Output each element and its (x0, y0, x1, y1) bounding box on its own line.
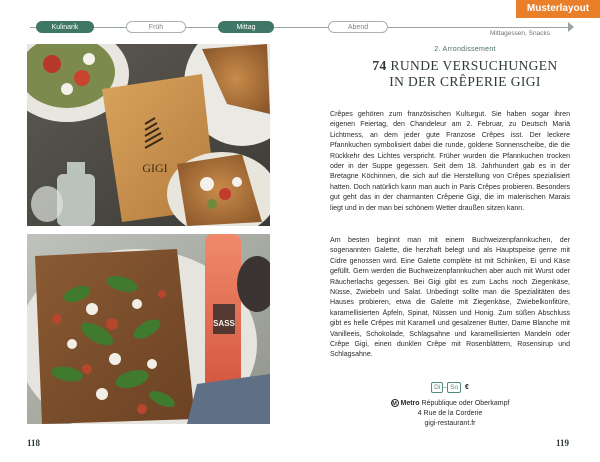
timeline-item-mittag[interactable]: Mittag (218, 21, 274, 33)
title-line-2: IN DER CRÊPERIE GIGI (389, 74, 541, 89)
price-level: € (465, 384, 469, 391)
article-title: 74 RUNDE VERSUCHUNGEN IN DER CRÊPERIE GI… (330, 58, 600, 90)
metro-stations: République oder Oberkampf (421, 400, 510, 407)
book-spread: Kulinarik Früh Mittag Abend Mittagessen,… (0, 0, 600, 462)
timeline-arrow-icon (568, 22, 574, 32)
body-paragraph-2: Am besten beginnt man mit einem Buchweiz… (330, 236, 570, 361)
gigi-logo: GIGI (142, 161, 167, 175)
photo-crepes-table: GIGI (27, 44, 270, 226)
body-paragraph-1: Crêpes gehören zum französischen Kulturg… (330, 110, 570, 214)
opening-days: Di – So € (330, 382, 570, 393)
timeline-item-kulinarik[interactable]: Kulinarik (36, 21, 94, 33)
paragraph-2-text: Am besten beginnt man mit einem Buchweiz… (330, 237, 570, 359)
entry-number: 74 (372, 58, 387, 73)
photo-galette-spinach: SASS (27, 234, 270, 424)
website-link[interactable]: gigi-restaurant.fr (330, 419, 570, 429)
page-number-left: 118 (27, 438, 41, 448)
title-line-1: 74 RUNDE VERSUCHUNGEN (330, 58, 600, 74)
metro-line: M Metro République oder Oberkampf (330, 399, 570, 409)
address: 4 Rue de la Corderie (417, 410, 483, 417)
metro-label: Metro (400, 400, 420, 407)
bottle-label: SASS (213, 319, 235, 328)
paragraph-1-text: Crêpes gehören zum französischen Kulturg… (330, 111, 570, 212)
metro-icon: M (390, 399, 399, 408)
day-from-badge: Di (431, 382, 444, 393)
timeline-item-abend[interactable]: Abend (328, 21, 388, 33)
timeline-item-frueh[interactable]: Früh (126, 21, 186, 33)
day-to-badge: So (447, 382, 462, 393)
timeline-tag: Mittagessen, Snacks (490, 30, 550, 37)
district-label: 2. Arrondissement (434, 46, 496, 53)
page-number-right: 119 (556, 438, 570, 448)
timeline-line (30, 27, 570, 28)
timeline-nav: Kulinarik Früh Mittag Abend (30, 20, 574, 34)
title-text-1: RUNDE VERSUCHUNGEN (390, 58, 558, 73)
musterlayout-badge: Musterlayout (516, 0, 600, 18)
info-box: Di – So € M Metro République oder Oberkamp… (330, 382, 570, 429)
